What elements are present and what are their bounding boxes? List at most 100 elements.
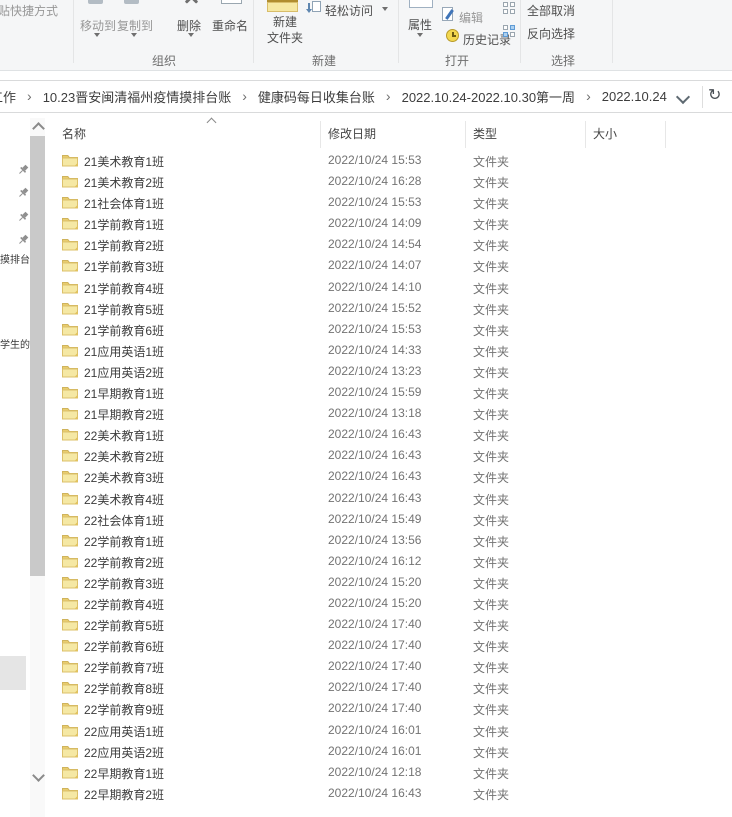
date-modified: 2022/10/24 15:53	[328, 321, 422, 336]
file-type: 文件夹	[473, 576, 510, 591]
easy-access-button[interactable]: 轻松访问	[325, 2, 373, 19]
address-dropdown-icon[interactable]	[675, 89, 691, 105]
folder-icon	[62, 703, 78, 715]
table-row[interactable]: 22应用英语1班 2022/10/24 16:01 文件夹	[0, 720, 732, 741]
folder-icon	[62, 408, 78, 420]
folder-icon	[62, 239, 78, 251]
file-type: 文件夹	[473, 619, 510, 634]
breadcrumb-item[interactable]: 2022.10.24	[598, 89, 671, 104]
rename-icon	[221, 0, 242, 4]
table-row[interactable]: 21应用英语1班 2022/10/24 14:33 文件夹	[0, 340, 732, 361]
move-to-dropdown-icon[interactable]	[94, 33, 100, 37]
easy-access-dropdown-icon[interactable]	[382, 7, 388, 11]
table-row[interactable]: 22社会体育1班 2022/10/24 15:49 文件夹	[0, 509, 732, 530]
table-row[interactable]: 22学前教育8班 2022/10/24 17:40 文件夹	[0, 677, 732, 698]
file-type: 文件夹	[473, 365, 510, 380]
breadcrumb-separator-icon: ›	[385, 87, 391, 104]
sort-ascending-icon	[206, 117, 217, 128]
delete-dropdown-icon[interactable]	[188, 33, 194, 37]
table-row[interactable]: 22学前教育5班 2022/10/24 17:40 文件夹	[0, 614, 732, 635]
file-type: 文件夹	[473, 302, 510, 317]
address-bar[interactable]: 工作 › 10.23晋安闽清福州疫情摸排台账 › 健康码每日收集台账 › 2022.10.2…	[0, 80, 732, 113]
table-row[interactable]: 22学前教育4班 2022/10/24 15:20 文件夹	[0, 593, 732, 614]
copy-to-button[interactable]: 复制到	[117, 17, 153, 34]
date-modified: 2022/10/24 14:10	[328, 279, 422, 294]
folder-icon	[62, 450, 78, 462]
new-folder-button[interactable]: 新建 文件夹	[266, 14, 304, 46]
table-row[interactable]: 22学前教育9班 2022/10/24 17:40 文件夹	[0, 698, 732, 719]
column-divider[interactable]	[465, 121, 466, 148]
refresh-icon[interactable]: ↻	[708, 85, 721, 105]
invert-selection-button[interactable]: 反向选择	[527, 25, 575, 42]
file-type: 文件夹	[473, 555, 510, 570]
table-row[interactable]: 22学前教育3班 2022/10/24 15:20 文件夹	[0, 572, 732, 593]
history-icon	[446, 29, 460, 43]
column-header-date[interactable]: 修改日期	[328, 125, 376, 142]
table-row[interactable]: 22应用英语2班 2022/10/24 16:01 文件夹	[0, 741, 732, 762]
folder-name: 22学前教育2班	[84, 555, 165, 570]
rename-button[interactable]: 重命名	[212, 17, 248, 34]
breadcrumb-item[interactable]: 工作	[0, 87, 20, 106]
table-row[interactable]: 21应用英语2班 2022/10/24 13:23 文件夹	[0, 361, 732, 382]
file-type: 文件夹	[473, 471, 510, 486]
move-to-button[interactable]: 移动到	[80, 17, 116, 34]
table-row[interactable]: 21美术教育2班 2022/10/24 16:28 文件夹	[0, 171, 732, 192]
folder-name: 22学前教育1班	[84, 534, 165, 549]
folder-name: 21学前教育2班	[84, 239, 165, 254]
breadcrumb-item[interactable]: 2022.10.24-2022.10.30第一周	[398, 87, 579, 106]
folder-icon	[62, 766, 78, 779]
invert-selection-icon	[503, 25, 516, 38]
ribbon-group-select: 选择	[550, 54, 576, 68]
table-row[interactable]: 21美术教育1班 2022/10/24 15:53 文件夹	[0, 150, 732, 171]
table-row[interactable]: 21学前教育5班 2022/10/24 15:52 文件夹	[0, 298, 732, 319]
date-modified: 2022/10/24 15:20	[328, 574, 422, 589]
date-modified: 2022/10/24 16:43	[328, 469, 422, 484]
column-divider[interactable]	[585, 121, 586, 148]
table-row[interactable]: 21学前教育6班 2022/10/24 15:53 文件夹	[0, 319, 732, 340]
folder-icon	[62, 302, 78, 315]
table-row[interactable]: 21早期教育2班 2022/10/24 13:18 文件夹	[0, 403, 732, 424]
folder-icon	[62, 492, 78, 504]
properties-button[interactable]: 属性	[408, 16, 432, 33]
copy-to-dropdown-icon[interactable]	[131, 33, 137, 37]
column-header-type[interactable]: 类型	[473, 125, 497, 142]
file-type: 文件夹	[473, 534, 510, 549]
folder-name: 22学前教育3班	[84, 576, 165, 591]
folder-name: 22美术教育2班	[84, 450, 165, 465]
breadcrumb-item[interactable]: 10.23晋安闽清福州疫情摸排台账	[39, 87, 236, 106]
table-row[interactable]: 21学前教育3班 2022/10/24 14:07 文件夹	[0, 255, 732, 276]
column-header-name[interactable]: 名称	[62, 125, 86, 142]
deselect-all-button[interactable]: 全部取消	[527, 2, 575, 19]
file-type: 文件夹	[473, 661, 510, 676]
folder-name: 22美术教育1班	[84, 429, 165, 444]
table-row[interactable]: 22美术教育3班 2022/10/24 16:43 文件夹	[0, 466, 732, 487]
breadcrumb-separator-icon: ›	[27, 87, 32, 104]
ribbon-group-organize: 组织	[151, 54, 177, 68]
column-divider[interactable]	[320, 121, 321, 148]
column-header-size[interactable]: 大小	[593, 125, 617, 142]
paste-shortcut-button[interactable]: 粘贴快捷方式	[0, 2, 58, 19]
breadcrumb-item[interactable]: 健康码每日收集台账	[254, 87, 379, 106]
table-row[interactable]: 22学前教育1班 2022/10/24 13:56 文件夹	[0, 530, 732, 551]
file-type: 文件夹	[473, 387, 510, 402]
properties-dropdown-icon[interactable]	[417, 33, 423, 37]
table-row[interactable]: 22早期教育2班 2022/10/24 16:43 文件夹	[0, 783, 732, 804]
table-row[interactable]: 22学前教育6班 2022/10/24 17:40 文件夹	[0, 635, 732, 656]
table-row[interactable]: 22学前教育2班 2022/10/24 16:12 文件夹	[0, 551, 732, 572]
table-row[interactable]: 22美术教育2班 2022/10/24 16:43 文件夹	[0, 445, 732, 466]
delete-button[interactable]: 删除	[177, 17, 201, 34]
table-row[interactable]: 21学前教育2班 2022/10/24 14:54 文件夹	[0, 234, 732, 255]
file-type: 文件夹	[473, 513, 510, 528]
column-divider[interactable]	[665, 121, 666, 148]
table-row[interactable]: 21学前教育4班 2022/10/24 14:10 文件夹	[0, 277, 732, 298]
table-row[interactable]: 22美术教育4班 2022/10/24 16:43 文件夹	[0, 488, 732, 509]
edit-button[interactable]: 编辑	[459, 9, 483, 26]
file-type: 文件夹	[473, 724, 510, 739]
table-row[interactable]: 22美术教育1班 2022/10/24 16:43 文件夹	[0, 424, 732, 445]
table-row[interactable]: 21社会体育1班 2022/10/24 15:53 文件夹	[0, 192, 732, 213]
table-row[interactable]: 22学前教育7班 2022/10/24 17:40 文件夹	[0, 656, 732, 677]
table-row[interactable]: 21学前教育1班 2022/10/24 14:09 文件夹	[0, 213, 732, 234]
folder-name: 21学前教育3班	[84, 260, 165, 275]
table-row[interactable]: 22早期教育1班 2022/10/24 12:18 文件夹	[0, 762, 732, 783]
table-row[interactable]: 21早期教育1班 2022/10/24 15:59 文件夹	[0, 382, 732, 403]
